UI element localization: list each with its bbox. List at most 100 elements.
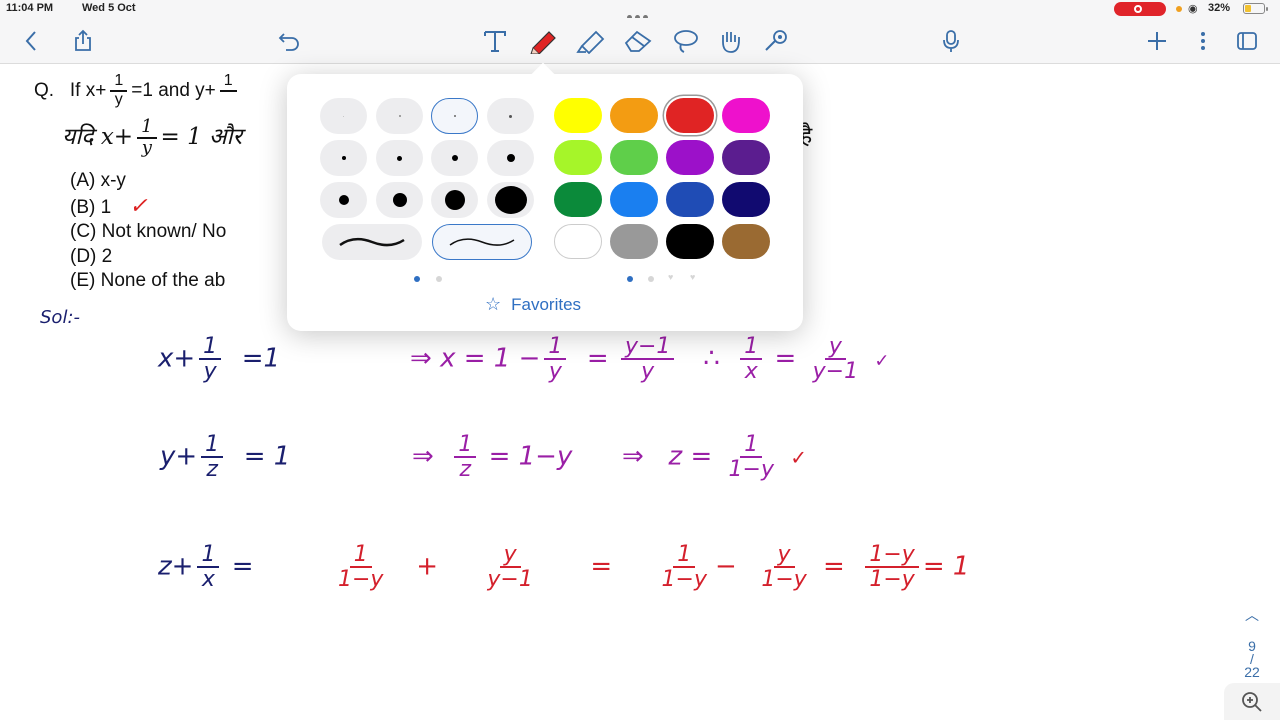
highlighter-icon[interactable] <box>576 27 606 55</box>
color-swatch[interactable] <box>554 224 602 259</box>
eq1-eq2: = <box>586 343 609 374</box>
eq2-lhs-num: 1 <box>201 433 224 459</box>
toolbar <box>0 18 1280 64</box>
eq1-lhs-num: 1 <box>199 335 222 361</box>
eq1-rhs-num: 1 <box>740 335 763 361</box>
eq2-lhs-den: z <box>206 457 218 483</box>
eq1-lhs-den: y <box>203 359 217 385</box>
eq1-var: x+ <box>158 343 196 374</box>
color-swatch[interactable] <box>610 140 658 175</box>
eq3-t5-num: 1−y <box>865 543 919 569</box>
eq3-t2-den: y−1 <box>487 567 533 593</box>
thickness-dot <box>509 114 512 118</box>
zoom-button[interactable] <box>1224 683 1280 720</box>
page-indicator <box>436 276 442 282</box>
thickness-option[interactable] <box>487 98 534 134</box>
answer-options: (A) x-y (B) 1 ✓ (C) Not known/ No (D) 2 (… <box>70 169 226 294</box>
color-swatch[interactable] <box>554 98 602 133</box>
thickness-option[interactable] <box>320 140 367 176</box>
eq2-result: z = <box>668 441 713 472</box>
question-number: Q. <box>34 79 55 101</box>
status-bar: 11:04 PM Wed 5 Oct ◉ 32% <box>0 0 1280 20</box>
eq3-eq2: = <box>590 551 613 582</box>
option-c: (C) Not known/ No <box>70 221 227 242</box>
thickness-option[interactable] <box>487 140 534 176</box>
shapes-tool-icon[interactable] <box>762 27 792 55</box>
page-up-icon[interactable]: ︿ <box>1238 608 1266 622</box>
eq2-eq: = 1 <box>243 441 291 472</box>
favorites-page-icon: ♥ <box>668 272 674 282</box>
page-separator: / <box>1250 651 1254 667</box>
pen-style-ballpoint-selected[interactable] <box>432 224 532 260</box>
color-swatch[interactable] <box>554 182 602 217</box>
eq1-step: x = 1 − <box>440 343 541 374</box>
page-indicator <box>627 276 633 282</box>
share-icon[interactable] <box>68 27 98 55</box>
eq3-t3-num: 1 <box>673 543 696 569</box>
eq1-eq: =1 <box>241 343 281 374</box>
hand-tool-icon[interactable] <box>716 27 746 55</box>
color-swatch[interactable] <box>610 98 658 133</box>
eq2-check-icon: ✓ <box>790 445 807 470</box>
color-swatch[interactable] <box>722 224 770 259</box>
favorites-label: Favorites <box>511 294 582 314</box>
eq3-result: = 1 <box>922 551 970 582</box>
multitasking-dots-icon[interactable] <box>627 7 653 20</box>
back-icon[interactable] <box>16 27 46 55</box>
thickness-option[interactable] <box>431 182 478 218</box>
thickness-dot <box>398 115 401 117</box>
text-tool-icon[interactable] <box>480 27 510 55</box>
favorites-button[interactable]: ☆ Favorites <box>485 294 581 315</box>
thickness-dot <box>494 186 527 214</box>
eq1-step2-den: y <box>641 359 655 385</box>
add-icon[interactable] <box>1142 27 1172 55</box>
undo-icon[interactable] <box>274 27 304 55</box>
solution-label: Sol:- <box>40 307 80 328</box>
mic-indicator-icon <box>1176 6 1182 12</box>
hindi-text-mid: = 1 और <box>160 123 242 150</box>
stroke-wave-icon <box>449 238 515 246</box>
hindi-frac-den: y <box>141 136 152 158</box>
page-indicator <box>414 276 420 282</box>
color-swatch[interactable] <box>722 182 770 217</box>
thickness-option[interactable] <box>431 140 478 176</box>
page-indicator <box>648 276 654 282</box>
thickness-option-selected[interactable] <box>431 98 478 134</box>
lasso-icon[interactable] <box>671 27 701 55</box>
color-swatch[interactable] <box>722 98 770 133</box>
thickness-dot <box>397 155 402 161</box>
status-time: 11:04 PM <box>6 2 54 14</box>
eq2-steps: ⇒ 1z = 1−y ⇒ z = 1 1−y ✓ <box>412 433 807 481</box>
eq3-eq3: = <box>823 551 845 582</box>
thickness-dot <box>341 156 346 160</box>
pages-icon[interactable] <box>1232 27 1262 55</box>
battery-percent: 32% <box>1208 2 1231 14</box>
pen-tool-icon[interactable] <box>529 27 559 55</box>
screen-recording-icon[interactable] <box>1114 2 1166 16</box>
thickness-option[interactable] <box>320 98 367 134</box>
eq1-rhs-den: x <box>744 359 758 385</box>
color-swatch[interactable] <box>666 140 714 175</box>
thickness-option[interactable] <box>376 140 423 176</box>
option-e: (E) None of the ab <box>70 270 226 291</box>
thickness-option[interactable] <box>320 182 367 218</box>
thickness-dot <box>392 193 407 207</box>
thickness-option[interactable] <box>487 182 534 218</box>
microphone-icon[interactable] <box>936 27 966 55</box>
pen-style-fountain[interactable] <box>322 224 422 260</box>
color-swatch[interactable] <box>666 224 714 259</box>
eraser-icon[interactable] <box>623 27 653 55</box>
color-swatch[interactable] <box>610 182 658 217</box>
more-icon[interactable] <box>1188 27 1218 55</box>
eq1-therefore: ∴ <box>703 343 720 374</box>
color-swatch-selected[interactable] <box>666 98 714 133</box>
thickness-option[interactable] <box>376 98 423 134</box>
eq1-lhs: x+ 1 y =1 <box>158 335 280 383</box>
eq3-lhs-den: x <box>201 567 215 593</box>
color-swatch[interactable] <box>554 140 602 175</box>
color-swatch[interactable] <box>722 140 770 175</box>
hindi-text: यदि x+ <box>62 123 134 150</box>
thickness-option[interactable] <box>376 182 423 218</box>
color-swatch[interactable] <box>610 224 658 259</box>
color-swatch[interactable] <box>666 182 714 217</box>
